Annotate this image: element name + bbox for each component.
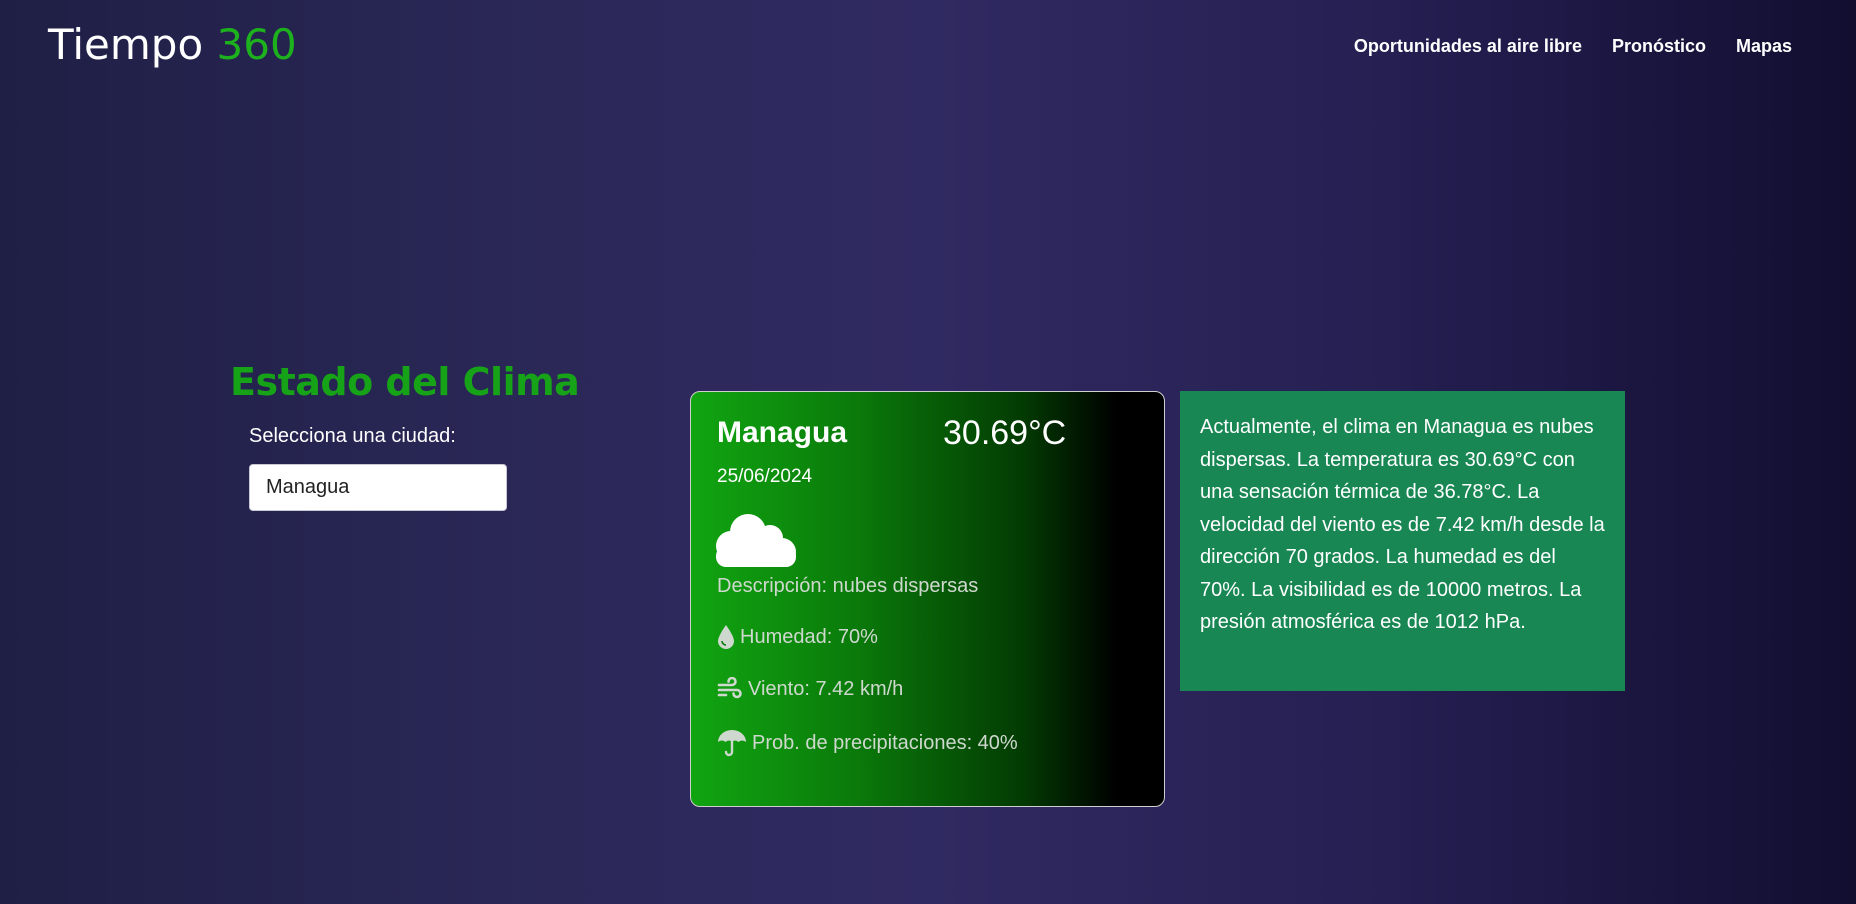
humidity-text: Humedad: 70% (740, 625, 878, 648)
cloud-icon (716, 514, 796, 567)
description-text: Descripción: nubes dispersas (717, 575, 979, 597)
droplet-icon (718, 625, 734, 649)
card-wind: Viento: 7.42 km/h (717, 677, 903, 701)
nav-link-forecast[interactable]: Pronóstico (1612, 36, 1706, 57)
card-precipitation: Prob. de precipitaciones: 40% (717, 729, 1018, 757)
wind-icon (717, 677, 742, 699)
nav-link-outdoor[interactable]: Oportunidades al aire libre (1354, 36, 1582, 57)
card-temperature: 30.69°C (943, 414, 1067, 452)
card-humidity: Humedad: 70% (717, 624, 878, 650)
weather-card: Managua 30.69°C 25/06/2024 Descripción: … (690, 391, 1165, 807)
logo[interactable]: Tiempo 360 (48, 20, 297, 69)
wind-text: Viento: 7.42 km/h (748, 677, 904, 700)
precipitation-text: Prob. de precipitaciones: 40% (752, 731, 1018, 754)
city-select-label: Selecciona una ciudad: (249, 425, 456, 447)
page-title: Estado del Clima (230, 360, 580, 404)
summary-text: Actualmente, el clima en Managua es nube… (1200, 416, 1605, 633)
city-input[interactable] (249, 464, 507, 511)
card-date: 25/06/2024 (717, 466, 813, 487)
umbrella-icon (718, 730, 746, 757)
logo-text: Tiempo (48, 20, 204, 69)
logo-accent: 360 (216, 20, 297, 69)
card-city: Managua (717, 416, 848, 449)
nav-link-maps[interactable]: Mapas (1736, 36, 1792, 57)
main-nav: Oportunidades al aire libre Pronóstico M… (1354, 36, 1792, 57)
card-description: Descripción: nubes dispersas (717, 575, 978, 598)
header: Tiempo 360 Oportunidades al aire libre P… (0, 0, 1856, 100)
weather-summary: Actualmente, el clima en Managua es nube… (1180, 391, 1625, 691)
